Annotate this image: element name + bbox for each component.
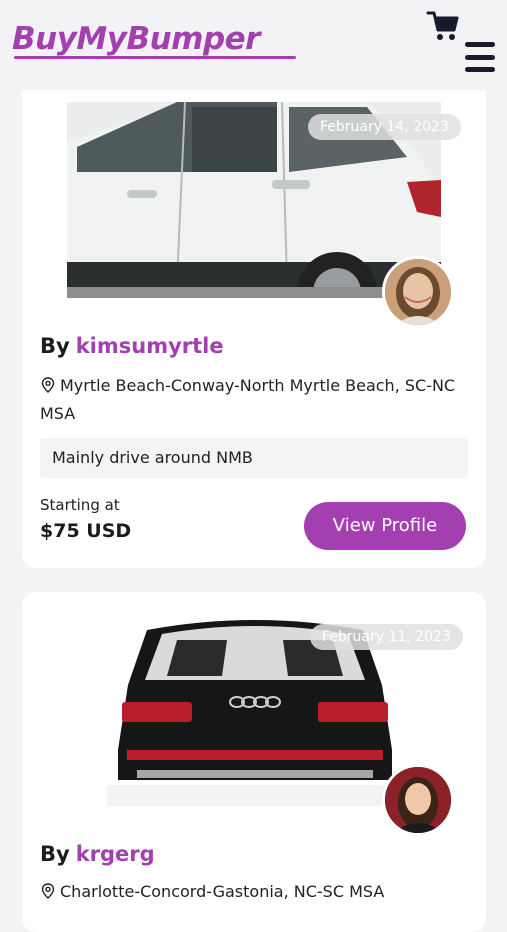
by-label: By	[40, 334, 70, 358]
starting-at-label: Starting at	[40, 496, 120, 514]
cart-icon[interactable]	[426, 10, 460, 42]
brand-logo[interactable]: BuyMyBumper	[12, 24, 260, 55]
listing-card: February 14, 2023 By kimsumyrtle Myrtle B…	[22, 76, 486, 568]
listing-byline: By krgerg	[40, 842, 155, 866]
location-text: Charlotte-Concord-Gastonia, NC-SC MSA	[60, 882, 385, 901]
logo-underline	[14, 56, 296, 59]
price-value: $75 USD	[40, 520, 132, 542]
menu-bar	[465, 67, 495, 72]
user-avatar[interactable]	[382, 256, 454, 328]
avatar-portrait	[385, 259, 451, 325]
listing-card: February 11, 2023 By krgerg Charlotte-Con…	[22, 592, 486, 932]
username-link[interactable]: kimsumyrtle	[76, 334, 224, 358]
driving-note: Mainly drive around NMB	[40, 438, 468, 478]
location-text: Myrtle Beach-Conway-North Myrtle Beach, …	[40, 376, 456, 423]
site-header: BuyMyBumper	[0, 0, 507, 90]
post-date-badge: February 14, 2023	[308, 114, 461, 140]
listing-location: Myrtle Beach-Conway-North Myrtle Beach, …	[40, 372, 470, 428]
hamburger-menu-icon[interactable]	[465, 42, 495, 72]
menu-bar	[465, 42, 495, 47]
view-profile-button[interactable]: View Profile	[304, 502, 466, 550]
username-link[interactable]: krgerg	[76, 842, 155, 866]
avatar-portrait	[385, 767, 451, 833]
listing-byline: By kimsumyrtle	[40, 334, 224, 358]
location-pin-icon	[41, 377, 55, 393]
by-label: By	[40, 842, 70, 866]
listing-location: Charlotte-Concord-Gastonia, NC-SC MSA	[40, 878, 470, 906]
location-pin-icon	[41, 883, 55, 899]
menu-bar	[465, 54, 495, 60]
post-date-badge: February 11, 2023	[310, 624, 463, 650]
user-avatar[interactable]	[382, 764, 454, 836]
